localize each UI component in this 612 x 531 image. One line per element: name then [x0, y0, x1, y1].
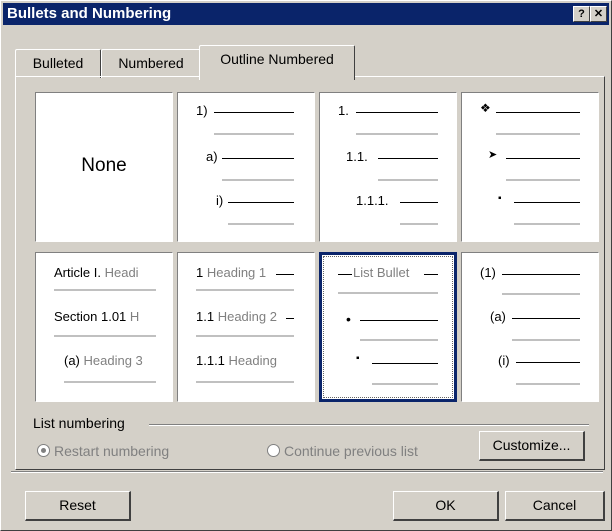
tab-numbered[interactable]: Numbered: [101, 49, 201, 78]
reset-button[interactable]: Reset: [25, 491, 131, 521]
title-bar[interactable]: Bullets and Numbering ? ✕: [3, 3, 609, 25]
tab-panel: [15, 76, 605, 470]
tab-outline-numbered-label: Outline Numbered: [220, 51, 334, 67]
cancel-button[interactable]: Cancel: [505, 491, 605, 521]
window-title: Bullets and Numbering: [7, 5, 172, 22]
help-button[interactable]: ?: [573, 6, 590, 22]
close-button[interactable]: ✕: [590, 6, 607, 22]
bullets-numbering-dialog: Bullets and Numbering ? ✕ Bulleted Numbe…: [0, 0, 612, 531]
tab-bulleted[interactable]: Bulleted: [15, 49, 101, 78]
tab-outline-numbered[interactable]: Outline Numbered: [199, 45, 355, 80]
tab-numbered-label: Numbered: [118, 55, 184, 71]
tab-bulleted-label: Bulleted: [32, 55, 84, 71]
ok-button[interactable]: OK: [393, 491, 499, 521]
button-separator: [11, 471, 603, 473]
